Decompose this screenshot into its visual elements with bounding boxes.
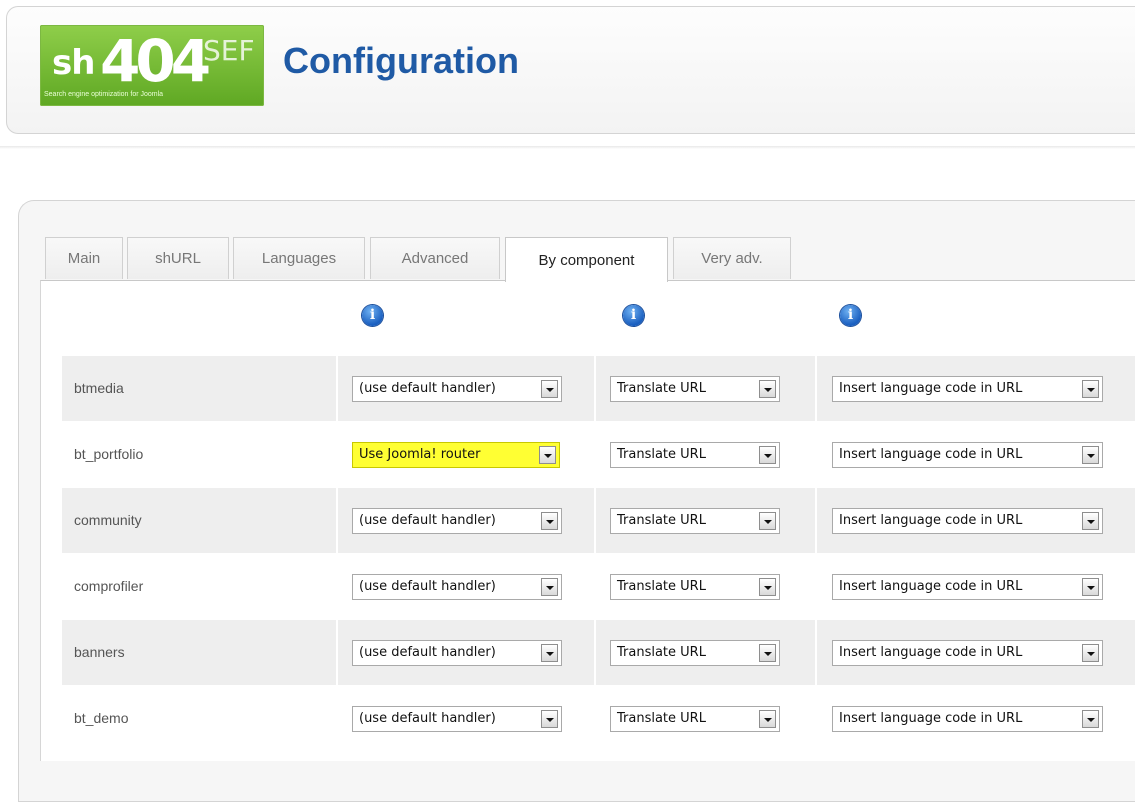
logo-404-text: 404: [100, 27, 211, 95]
handler-select[interactable]: (use default handler): [352, 508, 562, 534]
handler-select[interactable]: Use Joomla! router: [352, 442, 560, 468]
dropdown-arrow-icon[interactable]: [541, 512, 558, 530]
language-value: Insert language code in URL: [839, 381, 1023, 396]
translate-select[interactable]: Translate URL: [610, 706, 780, 732]
handler-value: (use default handler): [359, 513, 496, 528]
table-row: community (use default handler) Translat…: [62, 488, 1135, 553]
handler-value: (use default handler): [359, 579, 496, 594]
language-select[interactable]: Insert language code in URL: [832, 508, 1103, 534]
tab-label: Languages: [261, 250, 337, 267]
translate-value: Translate URL: [617, 513, 706, 528]
logo-tagline: Search engine optimization for Joomla: [44, 91, 164, 98]
language-select[interactable]: Insert language code in URL: [832, 376, 1103, 402]
info-icon[interactable]: i: [623, 305, 644, 326]
header-cell-handler: i: [338, 290, 594, 355]
handler-select[interactable]: (use default handler): [352, 376, 562, 402]
dropdown-arrow-icon[interactable]: [1082, 644, 1099, 662]
tab-label: shURL: [155, 250, 201, 267]
table-header-row: i i i: [62, 290, 1135, 355]
info-icon[interactable]: i: [840, 305, 861, 326]
dropdown-arrow-icon[interactable]: [1082, 446, 1099, 464]
tab-label: Very adv.: [701, 250, 763, 267]
dropdown-arrow-icon[interactable]: [541, 578, 558, 596]
component-name: bt_portfolio: [74, 446, 144, 462]
handler-select[interactable]: (use default handler): [352, 640, 562, 666]
language-value: Insert language code in URL: [839, 711, 1023, 726]
header-divider: [0, 146, 1135, 149]
language-value: Insert language code in URL: [839, 513, 1023, 528]
language-select[interactable]: Insert language code in URL: [832, 574, 1103, 600]
dropdown-arrow-icon[interactable]: [541, 380, 558, 398]
component-name: community: [74, 512, 142, 528]
translate-value: Translate URL: [617, 579, 706, 594]
tab-advanced[interactable]: Advanced: [370, 237, 500, 279]
translate-value: Translate URL: [617, 711, 706, 726]
dropdown-arrow-icon[interactable]: [759, 578, 776, 596]
translate-value: Translate URL: [617, 645, 706, 660]
tab-languages[interactable]: Languages: [233, 237, 365, 279]
translate-value: Translate URL: [617, 381, 706, 396]
header-cell-name: [62, 290, 336, 355]
tab-label: By component: [538, 251, 635, 269]
translate-value: Translate URL: [617, 447, 706, 462]
dropdown-arrow-icon[interactable]: [759, 644, 776, 662]
table-row: bt_demo (use default handler) Translate …: [62, 686, 1135, 751]
handler-select[interactable]: (use default handler): [352, 706, 562, 732]
dropdown-arrow-icon[interactable]: [759, 512, 776, 530]
header-cell-language: i: [817, 290, 1135, 355]
dropdown-arrow-icon[interactable]: [759, 446, 776, 464]
translate-select[interactable]: Translate URL: [610, 640, 780, 666]
language-select[interactable]: Insert language code in URL: [832, 640, 1103, 666]
sh404sef-logo: sh 404 SEF Search engine optimization fo…: [40, 25, 264, 106]
component-name: btmedia: [74, 380, 124, 396]
table-row: bt_portfolio Use Joomla! router Translat…: [62, 422, 1135, 487]
language-value: Insert language code in URL: [839, 447, 1023, 462]
table-row: comprofiler (use default handler) Transl…: [62, 554, 1135, 619]
component-name: banners: [74, 644, 125, 660]
component-name: comprofiler: [74, 578, 144, 594]
language-value: Insert language code in URL: [839, 645, 1023, 660]
translate-select[interactable]: Translate URL: [610, 442, 780, 468]
tab-by-component[interactable]: By component: [505, 237, 668, 282]
handler-value: (use default handler): [359, 645, 496, 660]
handler-value: (use default handler): [359, 381, 496, 396]
dropdown-arrow-icon[interactable]: [1082, 578, 1099, 596]
tab-label: Advanced: [401, 250, 469, 267]
dropdown-arrow-icon[interactable]: [759, 710, 776, 728]
translate-select[interactable]: Translate URL: [610, 574, 780, 600]
dropdown-arrow-icon[interactable]: [541, 644, 558, 662]
logo-sh-text: sh: [52, 43, 95, 83]
dropdown-arrow-icon[interactable]: [541, 710, 558, 728]
translate-select[interactable]: Translate URL: [610, 508, 780, 534]
handler-value: Use Joomla! router: [359, 447, 481, 462]
handler-select[interactable]: (use default handler): [352, 574, 562, 600]
page-title: Configuration: [283, 40, 519, 81]
table-row: banners (use default handler) Translate …: [62, 620, 1135, 685]
dropdown-arrow-icon[interactable]: [1082, 710, 1099, 728]
language-select[interactable]: Insert language code in URL: [832, 706, 1103, 732]
tab-label: Main: [67, 250, 101, 267]
table-row: btmedia (use default handler) Translate …: [62, 356, 1135, 421]
tab-shurl[interactable]: shURL: [127, 237, 229, 279]
tab-very-adv[interactable]: Very adv.: [673, 237, 791, 279]
component-name: bt_demo: [74, 710, 129, 726]
dropdown-arrow-icon[interactable]: [1082, 512, 1099, 530]
handler-value: (use default handler): [359, 711, 496, 726]
dropdown-arrow-icon[interactable]: [539, 446, 556, 464]
tab-main[interactable]: Main: [45, 237, 123, 279]
dropdown-arrow-icon[interactable]: [759, 380, 776, 398]
language-value: Insert language code in URL: [839, 579, 1023, 594]
info-icon[interactable]: i: [362, 305, 383, 326]
translate-select[interactable]: Translate URL: [610, 376, 780, 402]
logo-sef-text: SEF: [203, 34, 255, 67]
dropdown-arrow-icon[interactable]: [1082, 380, 1099, 398]
header-cell-translate: i: [596, 290, 815, 355]
language-select[interactable]: Insert language code in URL: [832, 442, 1103, 468]
